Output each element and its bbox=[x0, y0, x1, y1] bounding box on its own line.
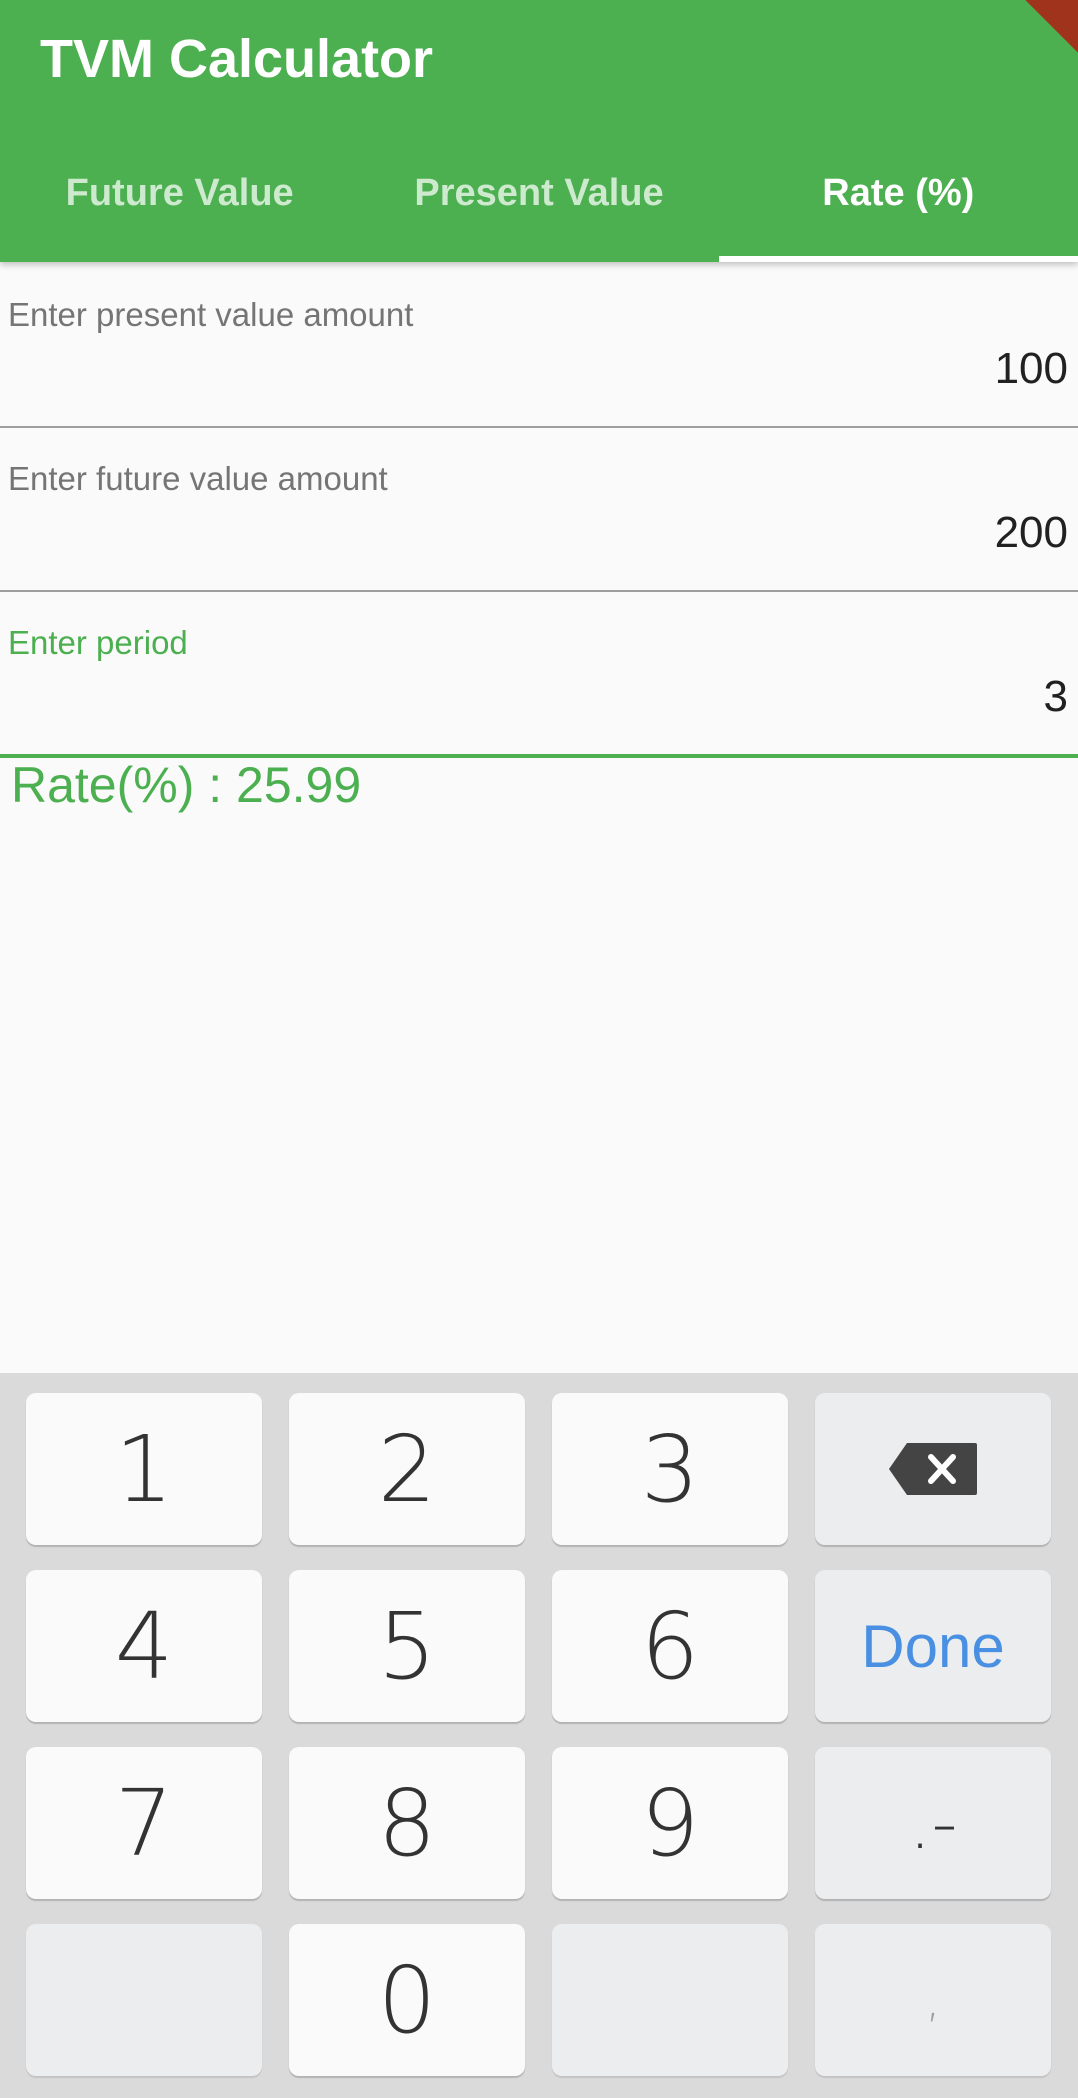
present-value-input[interactable]: 100 bbox=[468, 344, 1068, 394]
screen: TVM Calculator Future Value Present Valu… bbox=[0, 0, 1078, 2098]
numeric-keyboard: 1 2 3 4 5 6 Done 7 8 9 .- 0 , bbox=[0, 1373, 1078, 2098]
tab-label: Rate (%) bbox=[822, 172, 975, 214]
key-5[interactable]: 5 bbox=[289, 1570, 525, 1722]
present-value-field[interactable]: Enter present value amount 100 bbox=[0, 264, 1078, 428]
done-key[interactable]: Done bbox=[815, 1570, 1051, 1722]
key-7[interactable]: 7 bbox=[26, 1747, 262, 1899]
tab-label: Future Value bbox=[65, 172, 294, 214]
future-value-label: Enter future value amount bbox=[8, 460, 388, 497]
rate-result: Rate(%) : 25.99 bbox=[11, 757, 362, 813]
app-bar: TVM Calculator Future Value Present Valu… bbox=[0, 0, 1078, 262]
tab-future-value[interactable]: Future Value bbox=[0, 150, 359, 262]
blank-key bbox=[552, 1924, 788, 2076]
period-label: Enter period bbox=[8, 624, 188, 661]
key-1[interactable]: 1 bbox=[26, 1393, 262, 1545]
key-2[interactable]: 2 bbox=[289, 1393, 525, 1545]
present-value-label: Enter present value amount bbox=[8, 296, 414, 333]
key-6[interactable]: 6 bbox=[552, 1570, 788, 1722]
tab-present-value[interactable]: Present Value bbox=[359, 150, 718, 262]
blank-key bbox=[26, 1924, 262, 2076]
key-8[interactable]: 8 bbox=[289, 1747, 525, 1899]
dot-minus-key[interactable]: .- bbox=[815, 1747, 1051, 1899]
tab-rate[interactable]: Rate (%) bbox=[718, 150, 1078, 262]
comma-key[interactable]: , bbox=[815, 1924, 1051, 2076]
tab-bar: Future Value Present Value Rate (%) bbox=[0, 150, 1078, 262]
future-value-field[interactable]: Enter future value amount 200 bbox=[0, 428, 1078, 592]
tab-indicator bbox=[718, 256, 1078, 262]
future-value-input[interactable]: 200 bbox=[468, 508, 1068, 558]
key-3[interactable]: 3 bbox=[552, 1393, 788, 1545]
key-9[interactable]: 9 bbox=[552, 1747, 788, 1899]
period-field[interactable]: Enter period 3 bbox=[0, 592, 1078, 758]
debug-banner bbox=[962, 0, 1078, 79]
backspace-icon bbox=[889, 1443, 977, 1495]
backspace-key[interactable] bbox=[815, 1393, 1051, 1545]
app-title: TVM Calculator bbox=[40, 29, 434, 89]
key-0[interactable]: 0 bbox=[289, 1924, 525, 2076]
tab-label: Present Value bbox=[414, 172, 664, 214]
period-input[interactable]: 3 bbox=[468, 672, 1068, 722]
key-4[interactable]: 4 bbox=[26, 1570, 262, 1722]
